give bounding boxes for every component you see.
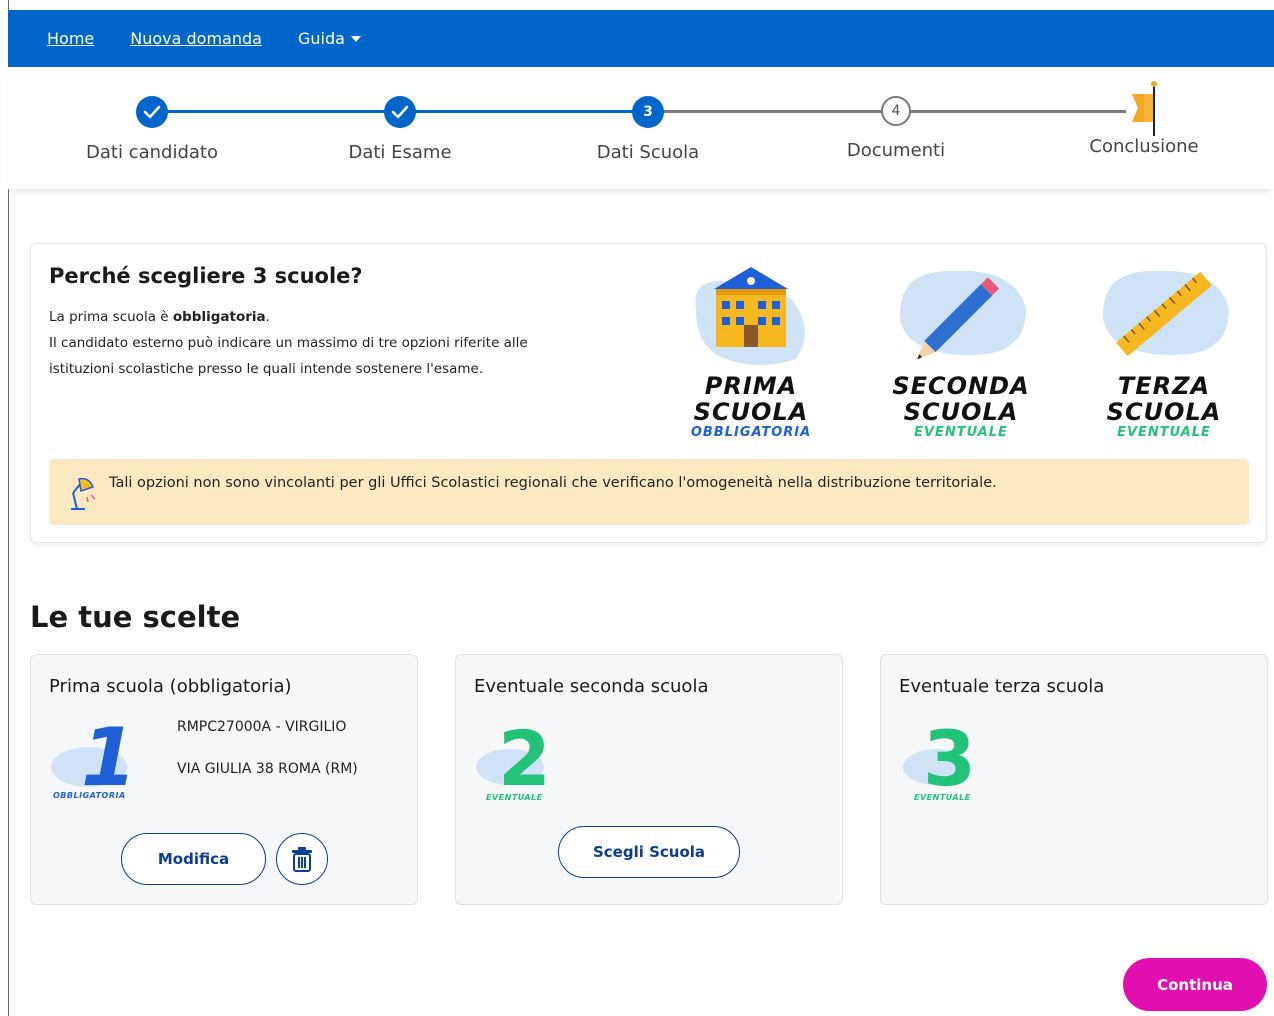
school-building-icon (695, 267, 805, 365)
step-label: Documenti (846, 140, 946, 161)
info-text: La prima scuola è obbligatoria. Il candi… (49, 304, 529, 382)
step-dati-esame: Dati Esame (300, 96, 500, 163)
desk-lamp-icon (71, 477, 96, 510)
choice-card-terza: Eventuale terza scuola 3 EVENTUALE (880, 654, 1268, 905)
info-line1-post: . (265, 309, 270, 325)
info-line1-pre: La prima scuola è (49, 309, 173, 325)
progress-stepper: Dati candidato Dati Esame 3 Dati Scuola … (8, 67, 1274, 189)
sticker-word-1: SECONDA (892, 372, 1030, 400)
school-code: RMPC27000A - VIRGILIO (177, 719, 347, 735)
step-number-todo: 4 (881, 96, 911, 126)
school-address: VIA GIULIA 38 ROMA (RM) (177, 761, 358, 777)
step-dati-candidato: Dati candidato (52, 96, 252, 163)
choice-title: Prima scuola (obbligatoria) (49, 676, 292, 697)
trash-icon (292, 847, 312, 872)
choice-card-prima: Prima scuola (obbligatoria) 1 OBBLIGATOR… (30, 654, 418, 905)
sticker-prima-scuola: PRIMA SCUOLA OBBLIGATORIA (666, 259, 836, 440)
choice-title: Eventuale seconda scuola (474, 676, 709, 697)
step-number-current: 3 (632, 96, 664, 128)
top-navbar: Home Nuova domanda Guida (8, 10, 1274, 67)
nav-home-link[interactable]: Home (47, 29, 94, 48)
sticker-seconda-scuola: SECONDA SCUOLA EVENTUALE (876, 259, 1046, 440)
sticker-word-1: PRIMA (704, 372, 798, 400)
sticker-word-1: TERZA (1117, 372, 1211, 400)
step-label: Dati candidato (86, 142, 218, 163)
alert-text: Tali opzioni non sono vincolanti per gli… (109, 475, 997, 491)
step-label: Dati Scuola (596, 142, 700, 163)
info-line1-bold: obbligatoria (172, 309, 266, 325)
step-dati-scuola: 3 Dati Scuola (548, 96, 748, 163)
number-three-badge-icon: 3 (903, 715, 976, 803)
sticker-terza-scuola: TERZA SCUOLA EVENTUALE (1079, 259, 1249, 440)
scegli-scuola-button[interactable]: Scegli Scuola (558, 826, 740, 878)
delete-button[interactable] (276, 833, 328, 885)
step-label: Dati Esame (348, 142, 452, 163)
info-title: Perché scegliere 3 scuole? (49, 264, 363, 288)
sticker-word-2: SCUOLA (693, 398, 809, 426)
badge-tag: OBBLIGATORIA (53, 791, 126, 800)
check-icon (384, 96, 416, 128)
sticker-sub: EVENTUALE (1117, 425, 1211, 440)
badge-number: 2 (498, 715, 551, 803)
modifica-button[interactable]: Modifica (121, 833, 266, 885)
info-line2: Il candidato esterno può indicare un mas… (49, 335, 528, 377)
sticker-sub: OBBLIGATORIA (690, 425, 812, 440)
info-card: Perché scegliere 3 scuole? La prima scuo… (30, 243, 1267, 543)
pencil-icon (899, 270, 1026, 360)
section-title-scelte: Le tue scelte (30, 600, 241, 634)
badge-tag: EVENTUALE (486, 793, 543, 802)
number-two-badge-icon: 2 (476, 715, 551, 803)
sticker-word-2: SCUOLA (1106, 398, 1222, 426)
choice-title: Eventuale terza scuola (899, 676, 1105, 697)
sticker-word-2: SCUOLA (903, 398, 1019, 426)
nav-guida-label: Guida (297, 29, 345, 48)
badge-number: 3 (923, 715, 976, 803)
info-alert: Tali opzioni non sono vincolanti per gli… (49, 459, 1249, 525)
badge-tag: EVENTUALE (914, 793, 971, 802)
choice-card-seconda: Eventuale seconda scuola 2 EVENTUALE Sce… (455, 654, 843, 905)
nav-guida-dropdown[interactable]: Guida (298, 29, 361, 48)
step-documenti: 4 Documenti (796, 96, 996, 161)
nav-nuova-domanda-link[interactable]: Nuova domanda (130, 29, 262, 48)
step-conclusione: Conclusione (1044, 81, 1244, 157)
chevron-down-icon (350, 35, 361, 42)
flag-icon (1124, 80, 1164, 136)
check-icon (136, 96, 168, 128)
sticker-sub: EVENTUALE (914, 425, 1008, 440)
continua-button[interactable]: Continua (1123, 958, 1267, 1011)
ruler-icon (1102, 270, 1229, 357)
